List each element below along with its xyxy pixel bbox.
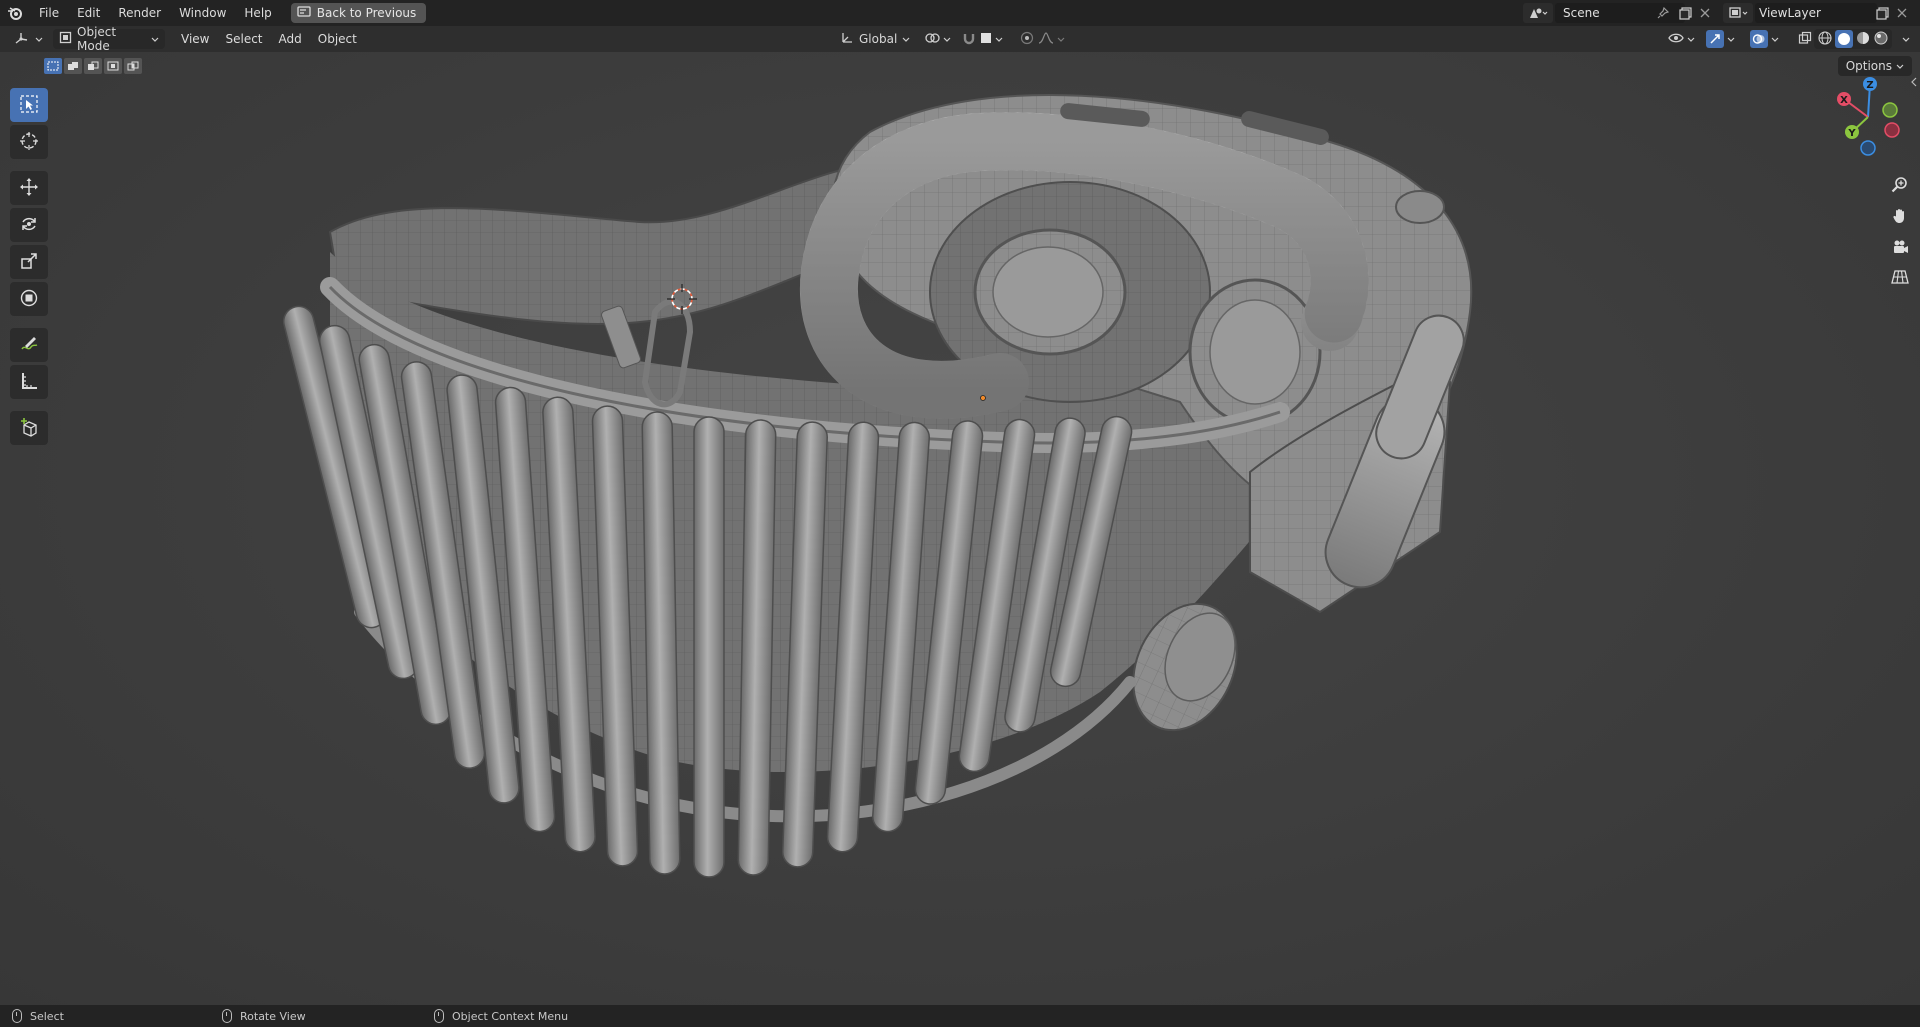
wireframe-shading-icon[interactable] — [1817, 30, 1833, 49]
menu-render[interactable]: Render — [109, 0, 170, 26]
editor-type-button[interactable] — [8, 29, 49, 49]
chevron-down-icon — [995, 32, 1003, 46]
chevron-down-icon — [902, 32, 910, 46]
mouse-middle-icon — [222, 1009, 232, 1023]
orientation-axes-icon — [840, 31, 854, 48]
view-layer-name: ViewLayer — [1759, 6, 1821, 20]
gizmo-dropdown[interactable] — [1700, 29, 1741, 49]
mouse-left-icon — [12, 1009, 22, 1023]
object-mode-label: Object Mode — [77, 25, 117, 53]
status-select: Select — [12, 1005, 64, 1027]
back-to-previous-button[interactable]: Back to Previous — [290, 3, 427, 23]
chevron-down-icon — [943, 32, 951, 46]
object-mode-icon — [59, 31, 72, 47]
chevron-down-icon — [1771, 32, 1779, 46]
object-mode-dropdown[interactable]: Object Mode — [53, 25, 165, 53]
snap-target-dropdown[interactable] — [974, 29, 1009, 49]
pivot-point-dropdown[interactable] — [918, 29, 957, 49]
material-shading-icon[interactable] — [1855, 30, 1871, 49]
header-menu-add[interactable]: Add — [271, 32, 310, 46]
snap-increment-icon — [980, 32, 992, 47]
top-bar: File Edit Render Window Help Back to Pre… — [0, 0, 1920, 26]
gizmo-icon — [1706, 30, 1724, 48]
chevron-down-icon — [1727, 32, 1735, 46]
view-layer-browse-icon[interactable] — [1723, 3, 1753, 23]
pin-icon[interactable] — [1653, 3, 1673, 23]
chevron-down-icon — [1687, 32, 1695, 46]
new-scene-icon[interactable] — [1675, 3, 1695, 23]
3d-viewport-icon — [14, 31, 32, 48]
menu-window[interactable]: Window — [170, 0, 235, 26]
status-select-label: Select — [30, 1009, 64, 1023]
header-menu-object[interactable]: Object — [310, 32, 365, 46]
status-context: Object Context Menu — [434, 1005, 568, 1027]
proportional-falloff-dropdown[interactable] — [1032, 29, 1071, 49]
header-menu-view[interactable]: View — [173, 32, 217, 46]
menu-file[interactable]: File — [30, 0, 68, 26]
mouse-right-icon — [434, 1009, 444, 1023]
menu-help[interactable]: Help — [235, 0, 280, 26]
screen-back-icon — [297, 5, 311, 21]
eye-icon — [1668, 32, 1684, 47]
falloff-curve-icon — [1038, 31, 1054, 47]
solid-shading-icon[interactable] — [1835, 30, 1853, 48]
scene-browse-icon[interactable] — [1523, 3, 1553, 23]
view-layer-field[interactable]: ViewLayer — [1755, 3, 1877, 23]
rendered-shading-icon[interactable] — [1873, 30, 1889, 49]
chevron-down-icon — [1057, 32, 1065, 46]
blender-logo-icon[interactable] — [0, 0, 30, 26]
object-origin-dot — [980, 395, 986, 401]
transform-orientation-label: Global — [859, 32, 898, 46]
new-view-layer-icon[interactable] — [1872, 3, 1892, 23]
3d-viewport[interactable]: Options Z X Y — [0, 52, 1920, 1005]
headset-mesh-render — [282, 94, 1473, 878]
header-menu-select[interactable]: Select — [217, 32, 270, 46]
status-bar: Select Rotate View Object Context Menu — [0, 1005, 1920, 1027]
scene-name: Scene — [1563, 6, 1600, 20]
status-rotate-label: Rotate View — [240, 1009, 306, 1023]
viewport-header: Object Mode View Select Add Object Globa… — [0, 25, 1920, 53]
chevron-down-icon — [151, 32, 159, 46]
shading-mode-group — [1814, 29, 1892, 49]
pivot-point-icon — [924, 31, 940, 48]
overlays-icon — [1750, 30, 1768, 48]
back-to-previous-label: Back to Previous — [316, 6, 417, 20]
delete-view-layer-icon[interactable] — [1892, 3, 1912, 23]
status-rotate: Rotate View — [222, 1005, 306, 1027]
shading-options-dropdown[interactable] — [1896, 29, 1916, 49]
chevron-down-icon — [35, 32, 43, 46]
visibility-dropdown[interactable] — [1662, 29, 1701, 49]
menu-edit[interactable]: Edit — [68, 0, 109, 26]
status-context-label: Object Context Menu — [452, 1009, 569, 1023]
chevron-down-icon — [1902, 32, 1910, 46]
xray-icon — [1798, 31, 1812, 48]
delete-scene-icon[interactable] — [1695, 3, 1715, 23]
transform-orientation-dropdown[interactable]: Global — [834, 29, 914, 49]
overlays-dropdown[interactable] — [1744, 29, 1785, 49]
